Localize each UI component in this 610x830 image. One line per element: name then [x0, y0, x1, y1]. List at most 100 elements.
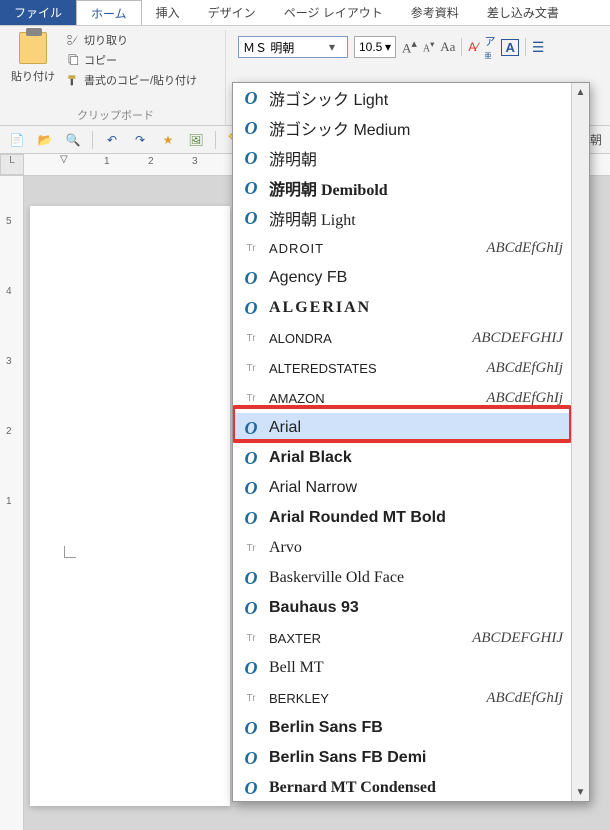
font-option[interactable]: TrArvo	[233, 533, 571, 563]
tab-home[interactable]: ホーム	[76, 0, 142, 25]
font-preview: ABCdEfGhIj	[486, 690, 563, 707]
chevron-down-icon: ▾	[385, 40, 391, 54]
margin-marker-icon[interactable]: ▽	[60, 154, 68, 165]
font-option-label: ALGERIAN	[269, 299, 563, 317]
undo-icon[interactable]: ↶	[103, 131, 121, 149]
font-option[interactable]: O Bauhaus 93	[233, 593, 571, 623]
font-option-label: Baskerville Old Face	[269, 569, 563, 587]
increase-font-button[interactable]: A▴	[402, 37, 417, 56]
truetype-icon: Tr	[241, 633, 261, 644]
ruler-tick: 3	[192, 156, 198, 167]
tab-insert[interactable]: 挿入	[142, 0, 194, 25]
scroll-up-icon[interactable]: ▲	[574, 85, 588, 99]
font-option-label: Arial	[269, 419, 563, 437]
font-option[interactable]: O游ゴシック Medium	[233, 113, 571, 143]
opentype-icon: O	[241, 598, 261, 619]
font-option[interactable]: O Bell MT	[233, 653, 571, 683]
copy-label: コピー	[84, 52, 117, 68]
font-option[interactable]: TrALONDRAABCDEFGHIJ	[233, 323, 571, 353]
tab-stop-indicator[interactable]: L	[0, 154, 24, 175]
font-option-label: Bell MT	[269, 659, 563, 677]
character-border-button[interactable]: A	[501, 39, 518, 56]
format-painter-button[interactable]: 書式のコピー/貼り付け	[66, 72, 197, 88]
opentype-icon: O	[241, 178, 261, 199]
new-doc-icon[interactable]: 📄	[8, 131, 26, 149]
clear-formatting-button[interactable]: A⁄	[468, 40, 478, 54]
font-preview: ABCdEfGhIj	[486, 240, 563, 257]
font-option[interactable]: O Arial Rounded MT Bold	[233, 503, 571, 533]
font-name-combobox[interactable]: ＭＳ 明朝 ▾	[238, 36, 348, 58]
font-dropdown: O游ゴシックO游ゴシック LightO游ゴシック MediumO游明朝O游明朝 …	[232, 82, 590, 802]
tab-design[interactable]: デザイン	[194, 0, 270, 25]
opentype-icon: O	[241, 208, 261, 229]
favorites-icon[interactable]: ★	[159, 131, 177, 149]
font-option[interactable]: O游ゴシック Light	[233, 83, 571, 113]
font-option[interactable]: OBerlin Sans FB	[233, 713, 571, 743]
font-option[interactable]: O Berlin Sans FB Demi	[233, 743, 571, 773]
tab-page-layout[interactable]: ページ レイアウト	[270, 0, 397, 25]
ruler-tick: 1	[104, 156, 110, 167]
font-option[interactable]: O 游明朝 Light	[233, 203, 571, 233]
font-option-label: 游明朝	[269, 146, 563, 170]
opentype-icon: O	[241, 568, 261, 589]
print-preview-icon[interactable]: 🔍	[64, 131, 82, 149]
phonetic-guide-button[interactable]: ア亜	[484, 33, 495, 61]
font-option[interactable]: O 游明朝	[233, 143, 571, 173]
brush-icon	[66, 73, 80, 87]
cut-label: 切り取り	[84, 32, 128, 48]
font-size-combobox[interactable]: 10.5 ▾	[354, 36, 396, 58]
opentype-icon: O	[241, 778, 261, 799]
font-option[interactable]: O游明朝 Demibold	[233, 173, 571, 203]
font-option[interactable]: TrADROITABCdEfGhIj	[233, 233, 571, 263]
font-preview: ABCDEFGHIJ	[472, 330, 563, 347]
ruler-tick: 3	[6, 356, 12, 367]
font-option-label: 游明朝 Light	[269, 206, 563, 230]
change-case-button[interactable]: Aa	[440, 39, 455, 55]
font-option[interactable]: TrALTEREDSTATESABCdEfGhIj	[233, 353, 571, 383]
font-option-label: Bauhaus 93	[269, 599, 563, 617]
redo-icon[interactable]: ↷	[131, 131, 149, 149]
decrease-font-button[interactable]: A▾	[423, 39, 434, 54]
opentype-icon: O	[241, 268, 261, 289]
opentype-icon: O	[241, 148, 261, 169]
tab-file[interactable]: ファイル	[0, 0, 76, 25]
font-option-label: BAXTER	[269, 631, 464, 646]
font-option[interactable]: TrBERKLEYABCdEfGhIj	[233, 683, 571, 713]
cut-button[interactable]: 切り取り	[66, 32, 197, 48]
ruler-tick: 4	[6, 286, 12, 297]
font-option-label: Arial Rounded MT Bold	[269, 509, 563, 527]
vertical-ruler[interactable]: 5 4 3 2 1	[0, 176, 24, 830]
font-option[interactable]: O Baskerville Old Face	[233, 563, 571, 593]
copy-button[interactable]: コピー	[66, 52, 197, 68]
font-option[interactable]: O Arial	[233, 413, 571, 443]
open-icon[interactable]: 📂	[36, 131, 54, 149]
font-option[interactable]: TrAMAZONABCdEfGhIj	[233, 383, 571, 413]
document-page[interactable]	[30, 206, 230, 806]
font-option[interactable]: OALGERIAN	[233, 293, 571, 323]
ruler-tick: 2	[148, 156, 154, 167]
scroll-down-icon[interactable]: ▼	[574, 785, 588, 799]
truetype-icon: Tr	[241, 543, 261, 554]
opentype-icon: O	[241, 748, 261, 769]
ruler-tick: 1	[6, 496, 12, 507]
image-icon[interactable]: 🖼	[187, 131, 205, 149]
paste-button[interactable]: 貼り付け	[6, 30, 60, 100]
scissors-icon	[66, 33, 80, 47]
tab-mailings[interactable]: 差し込み文書	[473, 0, 573, 25]
font-option-label: ADROIT	[269, 241, 478, 256]
opentype-icon: O	[241, 418, 261, 439]
bullets-button[interactable]: ☰	[532, 39, 545, 56]
tab-references[interactable]: 参考資料	[397, 0, 473, 25]
font-option[interactable]: TrBAXTERABCDEFGHIJ	[233, 623, 571, 653]
font-option[interactable]: OArial Narrow	[233, 473, 571, 503]
font-option-label: Berlin Sans FB Demi	[269, 749, 563, 767]
font-option[interactable]: OAgency FB	[233, 263, 571, 293]
clipboard-group-label: クリップボード	[6, 107, 225, 125]
opentype-icon: O	[241, 658, 261, 679]
truetype-icon: Tr	[241, 693, 261, 704]
opentype-icon: O	[241, 508, 261, 529]
font-option[interactable]: O Bernard MT Condensed	[233, 773, 571, 801]
dropdown-scrollbar[interactable]: ▲ ▼	[571, 83, 589, 801]
font-option[interactable]: OArial Black	[233, 443, 571, 473]
font-option-label: Bernard MT Condensed	[269, 779, 563, 797]
